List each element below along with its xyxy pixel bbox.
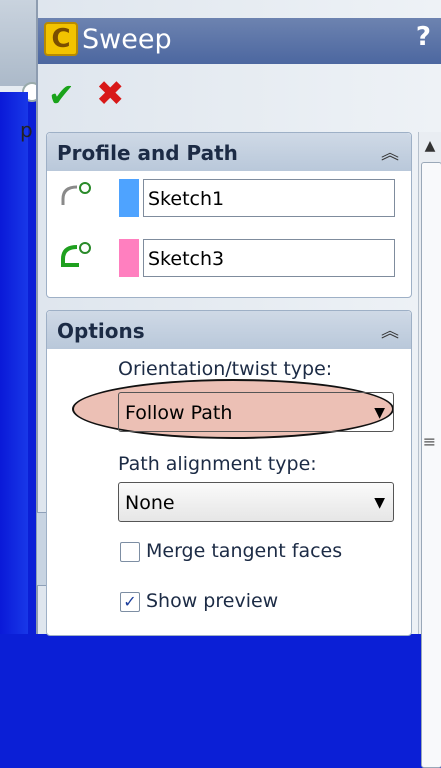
- panel-scrollbar[interactable]: ▲ ≡: [418, 132, 441, 768]
- title-bar: C Sweep ?: [38, 18, 441, 64]
- chevron-down-icon: ▼: [374, 405, 385, 421]
- cancel-button[interactable]: ✖: [96, 74, 125, 114]
- show-preview-label: Show preview: [146, 590, 279, 612]
- path-alignment-label: Path alignment type:: [118, 453, 317, 475]
- path-color-swatch: [119, 239, 139, 277]
- path-alignment-value: None: [125, 492, 175, 514]
- background-canvas: [0, 92, 28, 634]
- check-icon: ✔: [48, 76, 75, 114]
- orientation-select[interactable]: Follow Path ▼: [118, 392, 394, 432]
- scroll-up-icon[interactable]: ▲: [419, 138, 441, 158]
- path-icon: [61, 242, 91, 267]
- profile-field[interactable]: Sketch1: [143, 179, 395, 217]
- path-alignment-select[interactable]: None ▼: [118, 482, 394, 522]
- orientation-label: Orientation/twist type:: [118, 358, 333, 380]
- path-field[interactable]: Sketch3: [143, 239, 395, 277]
- group-header[interactable]: Profile and Path ︽: [47, 133, 411, 171]
- collapse-icon[interactable]: ︽: [381, 317, 399, 343]
- ok-button[interactable]: ✔: [48, 76, 75, 114]
- scroll-thumb[interactable]: [421, 162, 441, 768]
- help-button[interactable]: ?: [416, 22, 431, 52]
- background-text: p: [20, 118, 33, 142]
- group-header[interactable]: Options ︽: [47, 311, 411, 349]
- profile-and-path-group: Profile and Path ︽ Sketch1 Sketch3: [46, 132, 412, 298]
- group-title: Profile and Path: [57, 141, 238, 165]
- orientation-value: Follow Path: [125, 402, 233, 424]
- chevron-down-icon: ▼: [374, 495, 385, 511]
- background-toolbar: [0, 0, 40, 90]
- merge-tangent-label: Merge tangent faces: [146, 540, 343, 562]
- collapse-icon[interactable]: ︽: [381, 139, 399, 165]
- scroll-grip-icon: ≡: [422, 432, 437, 451]
- merge-tangent-checkbox[interactable]: [120, 542, 140, 562]
- profile-icon: [61, 182, 91, 205]
- profile-color-swatch: [119, 179, 139, 217]
- panel-title: Sweep: [82, 24, 172, 55]
- check-icon: ✓: [123, 592, 137, 611]
- sweep-feature-icon: C: [44, 22, 78, 56]
- group-title: Options: [57, 319, 145, 343]
- show-preview-checkbox[interactable]: ✓: [120, 592, 140, 612]
- close-icon: ✖: [96, 74, 125, 114]
